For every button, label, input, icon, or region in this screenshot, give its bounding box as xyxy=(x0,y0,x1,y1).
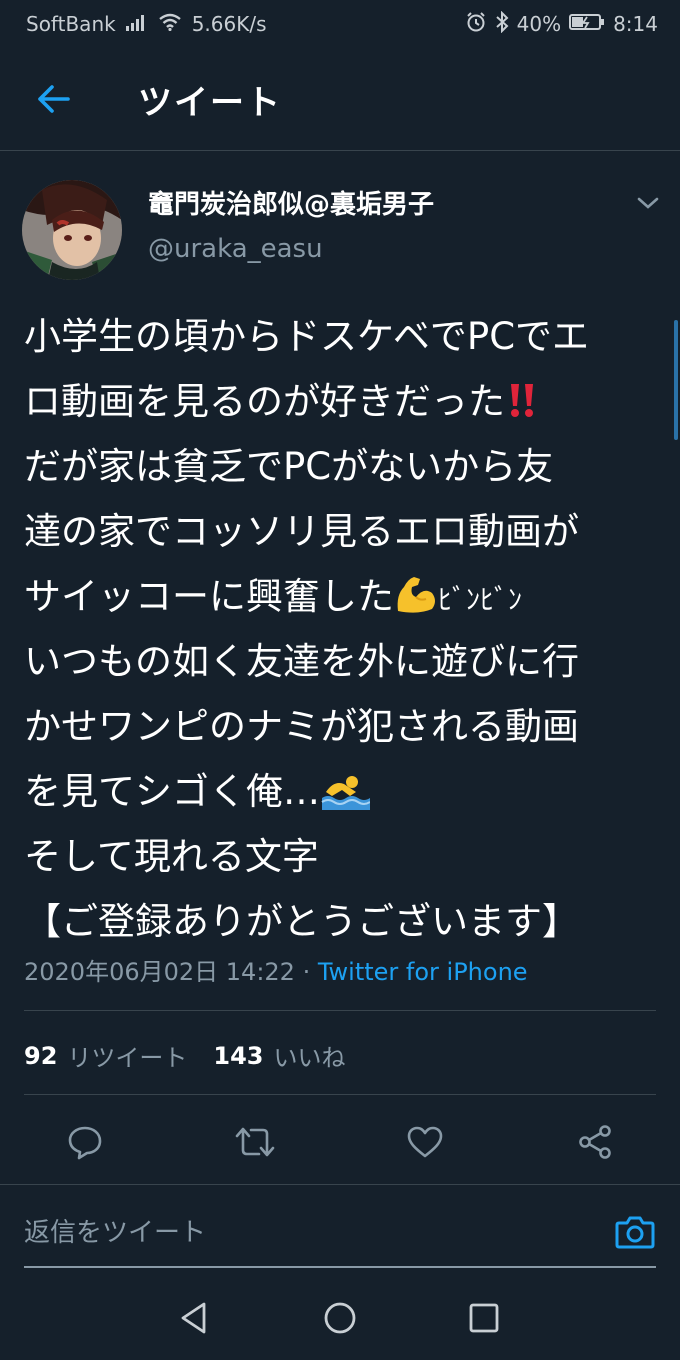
square-recents-icon xyxy=(469,1303,499,1333)
camera-icon xyxy=(615,1216,655,1249)
tweet-line-text: 小学生の頃からドスケベでPCでエ xyxy=(24,315,590,358)
tweet-line-text: 達の家でコッソリ見るエロ動画が xyxy=(24,510,579,553)
tweet-line: いつもの如く友達を外に遊びに行 xyxy=(24,629,664,694)
heart-icon xyxy=(407,1126,443,1158)
tweet-line-text: サイッコーに興奮した xyxy=(24,575,394,618)
tweet-line: かせワンピのナミが犯される動画 xyxy=(24,694,664,759)
tweet-line-text: かせワンピのナミが犯される動画 xyxy=(24,705,579,748)
like-label[interactable]: いいね xyxy=(274,1038,346,1073)
camera-button[interactable] xyxy=(612,1210,658,1254)
tweet-source-link[interactable]: Twitter for iPhone xyxy=(318,958,528,986)
signal-icon xyxy=(125,12,148,36)
reply-underline xyxy=(24,1266,656,1268)
page-title: ツイート xyxy=(138,82,282,123)
avatar-image xyxy=(22,180,122,280)
tweet-line-text: 【ご登録ありがとうございます】 xyxy=(24,900,579,943)
user-handle[interactable]: @uraka_easu xyxy=(148,234,323,264)
alarm-icon xyxy=(465,11,487,38)
reply-button[interactable] xyxy=(61,1118,109,1166)
wifi-icon xyxy=(158,12,182,36)
retweet-count[interactable]: 92 xyxy=(24,1042,57,1070)
nav-back-button[interactable] xyxy=(172,1296,216,1340)
tweet-line: 小学生の頃からドスケベでPCでエ xyxy=(24,304,664,369)
tweet-metadata: 2020年06月02日 14:22 · Twitter for iPhone xyxy=(24,952,528,987)
clock: 8:14 xyxy=(613,12,658,36)
bluetooth-icon xyxy=(495,10,509,38)
tweet-line: 【ご登録ありがとうございます】 xyxy=(24,889,664,954)
retweet-icon xyxy=(235,1127,275,1157)
tweet-line-text: ロ動画を見るのが好きだった xyxy=(24,380,505,423)
scroll-indicator xyxy=(674,320,678,440)
chevron-down-icon xyxy=(637,197,659,209)
reply-bar: 返信をツイート xyxy=(0,1186,680,1276)
tweet-text: 小学生の頃からドスケベでPCでエ ロ動画を見るのが好きだった だが家は貧乏でPC… xyxy=(24,304,664,954)
more-options-button[interactable] xyxy=(630,188,666,218)
circle-home-icon xyxy=(324,1302,356,1334)
person-swimming-icon xyxy=(320,765,371,830)
retweet-button[interactable] xyxy=(231,1118,279,1166)
tweet-line-text: を見てシゴく俺… xyxy=(24,770,320,813)
status-right: 40% 8:14 xyxy=(465,10,658,38)
like-count[interactable]: 143 xyxy=(213,1042,263,1070)
carrier-label: SoftBank xyxy=(26,12,116,36)
app-bar: ツイート xyxy=(0,48,680,150)
tweet-line-text: だが家は貧乏でPCがないから友 xyxy=(24,445,554,488)
avatar[interactable] xyxy=(22,180,122,280)
stats-divider xyxy=(24,1094,656,1095)
tweet-line: サイッコーに興奮した ﾋﾞﾝﾋﾞﾝ xyxy=(24,564,664,629)
tweet-actions xyxy=(0,1110,680,1174)
status-left: SoftBank 5.66K/s xyxy=(26,12,267,36)
actions-divider xyxy=(0,1184,680,1185)
tweet-line: を見てシゴく俺… xyxy=(24,759,664,824)
reply-input[interactable]: 返信をツイート xyxy=(24,1212,206,1249)
back-button[interactable] xyxy=(22,68,84,130)
system-nav-bar xyxy=(0,1276,680,1360)
tweet-stats: 92 リツイート 143 いいね xyxy=(24,1038,372,1073)
nav-recents-button[interactable] xyxy=(462,1296,506,1340)
flexed-biceps-icon xyxy=(394,570,438,635)
retweet-label[interactable]: リツイート xyxy=(67,1038,187,1073)
share-icon xyxy=(579,1125,611,1159)
meta-divider xyxy=(24,1010,656,1011)
nav-home-button[interactable] xyxy=(318,1296,362,1340)
status-bar: SoftBank 5.66K/s 40% 8:14 xyxy=(0,0,680,48)
tweet-line: だが家は貧乏でPCがないから友 xyxy=(24,434,664,499)
triangle-back-icon xyxy=(181,1302,206,1334)
battery-icon xyxy=(569,12,605,36)
tweet-line-suffix: ﾋﾞﾝﾋﾞﾝ xyxy=(438,583,523,616)
tweet-line-text: いつもの如く友達を外に遊びに行 xyxy=(24,640,579,683)
tweet-line-text: そして現れる文字 xyxy=(24,835,319,878)
double-exclamation-icon xyxy=(505,375,539,440)
share-button[interactable] xyxy=(571,1118,619,1166)
timestamp[interactable]: 2020年06月02日 14:22 · xyxy=(24,958,318,986)
back-arrow-icon xyxy=(38,85,70,113)
header-divider xyxy=(0,150,680,151)
battery-level: 40% xyxy=(516,12,562,36)
display-name[interactable]: 竈門炭治郎似@裏垢男子 xyxy=(148,184,434,221)
tweet-line: 達の家でコッソリ見るエロ動画が xyxy=(24,499,664,564)
like-button[interactable] xyxy=(401,1118,449,1166)
tweet-line: ロ動画を見るのが好きだった xyxy=(24,369,664,434)
reply-icon xyxy=(68,1126,102,1160)
tweet-line: そして現れる文字 xyxy=(24,824,664,889)
network-speed: 5.66K/s xyxy=(191,12,267,36)
